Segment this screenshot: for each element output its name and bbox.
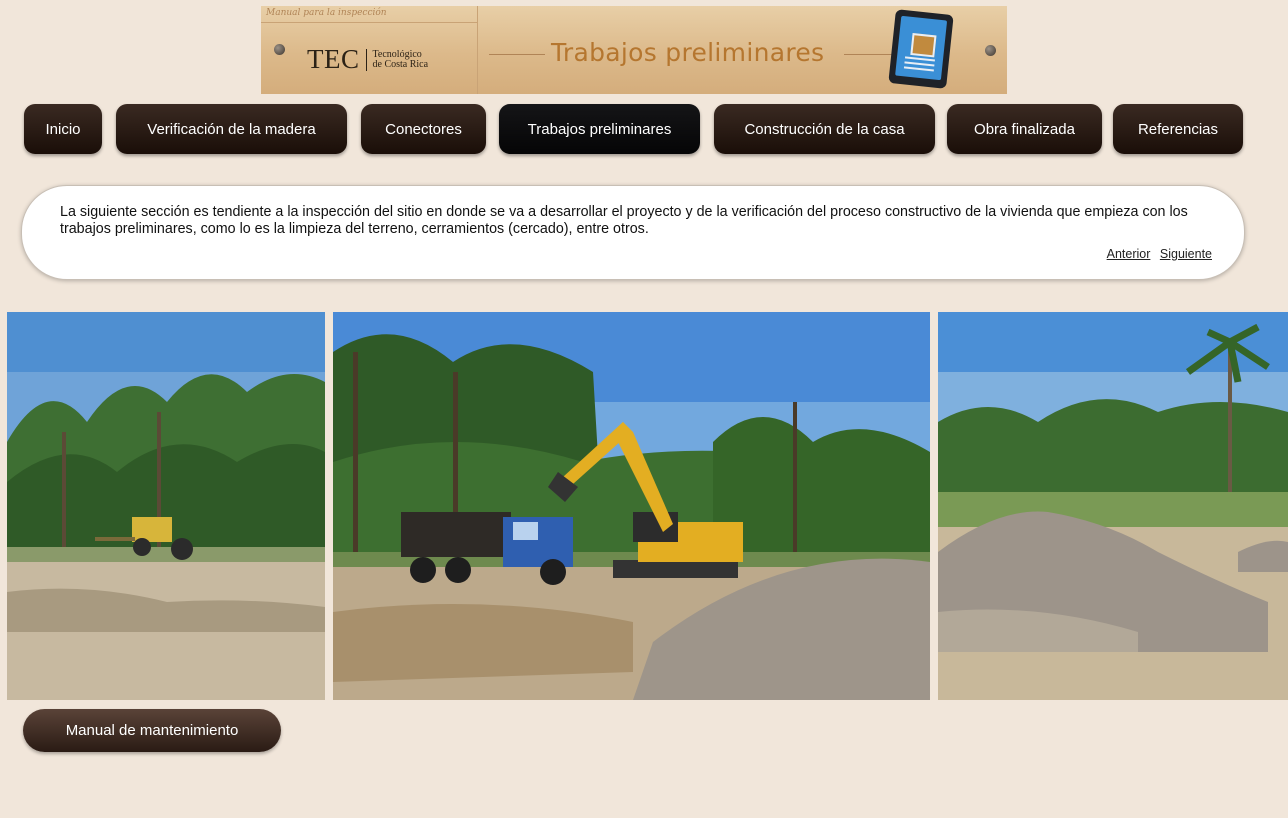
nav-conectores[interactable]: Conectores: [361, 104, 486, 154]
gravel-pile-photo[interactable]: [938, 312, 1288, 700]
tablet-icon: [888, 9, 954, 89]
excavator-truck-photo[interactable]: [333, 312, 930, 700]
logo-separator: [365, 48, 367, 71]
photo-gallery: [0, 312, 1288, 700]
main-nav: Inicio Verificación de la madera Conecto…: [0, 104, 1288, 156]
intro-card: La siguiente sección es tendiente a la i…: [21, 185, 1245, 280]
tablet-text-lines: [904, 56, 935, 62]
logo-subtext: Tecnológico de Costa Rica: [372, 49, 429, 70]
nav-construccion-casa[interactable]: Construcción de la casa: [714, 104, 935, 154]
tec-logo: TEC Tecnológico de Costa Rica: [307, 44, 428, 75]
banner-manual-label: Manual para la inspección: [266, 8, 387, 18]
nav-referencias[interactable]: Referencias: [1113, 104, 1243, 154]
title-decor-line: [489, 54, 545, 55]
construction-site-photo-left[interactable]: [7, 312, 325, 700]
logo-text: TEC: [307, 44, 360, 74]
banner-divider: [477, 6, 478, 94]
nav-verificacion-madera[interactable]: Verificación de la madera: [116, 104, 347, 154]
screw-icon: [985, 45, 996, 56]
nav-inicio[interactable]: Inicio: [24, 104, 102, 154]
tablet-picture: [910, 33, 937, 58]
page-title: Trabajos preliminares: [551, 38, 825, 67]
nav-trabajos-preliminares[interactable]: Trabajos preliminares: [499, 104, 700, 154]
prev-link[interactable]: Anterior: [1107, 247, 1151, 261]
nav-obra-finalizada[interactable]: Obra finalizada: [947, 104, 1102, 154]
next-link[interactable]: Siguiente: [1160, 247, 1212, 261]
logo-sub-line2: de Costa Rica: [372, 58, 429, 70]
intro-text: La siguiente sección es tendiente a la i…: [60, 204, 1188, 237]
title-decor-line: [844, 54, 894, 55]
tablet-screen: [895, 15, 948, 81]
header-banner: Manual para la inspección TEC Tecnológic…: [261, 6, 1007, 94]
pager-links: Anterior Siguiente: [1101, 247, 1212, 261]
screw-icon: [274, 44, 285, 55]
maintenance-manual-button[interactable]: Manual de mantenimiento: [23, 709, 281, 752]
